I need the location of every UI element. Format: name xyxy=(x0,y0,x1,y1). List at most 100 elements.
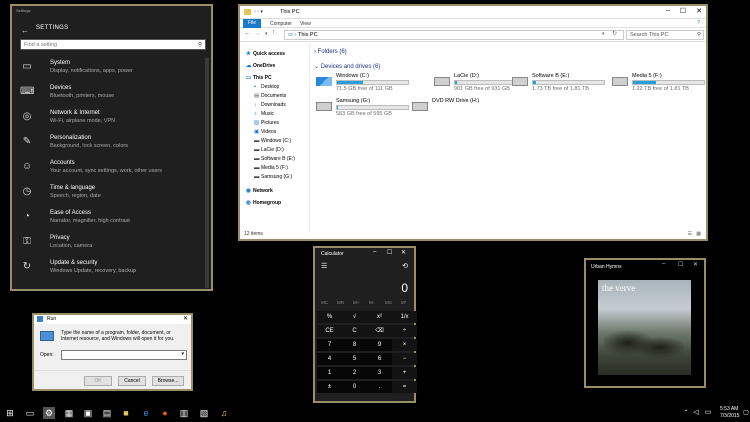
clock-date[interactable]: 7/3/2015 xyxy=(720,413,739,419)
windows-start-icon[interactable]: ⊞ xyxy=(4,407,16,419)
calc-key[interactable]: % xyxy=(317,311,342,323)
calc-key[interactable]: 9 xyxy=(367,339,392,351)
calc-key[interactable]: 8 xyxy=(342,339,367,351)
drive-tile[interactable]: Software B (E:) 1.73 TB free of 1.81 TB xyxy=(512,73,607,93)
calc-key[interactable]: 5 xyxy=(342,353,367,365)
close-icon[interactable]: ✕ xyxy=(401,249,406,256)
nav-item-homegroup[interactable]: ◍ Homegroup xyxy=(246,200,281,208)
calc-key[interactable]: √ xyxy=(342,311,367,323)
settings-item-devices[interactable]: ⌨ Devices Bluetooth, printers, mouse xyxy=(20,83,205,107)
edge-icon[interactable]: e xyxy=(140,407,152,419)
settings-item-privacy[interactable]: ⚿ Privacy Location, camera xyxy=(20,233,205,257)
memory-button-mc[interactable]: MC xyxy=(321,300,328,305)
close-icon[interactable]: ✕ xyxy=(693,261,698,268)
calc-key[interactable]: ± xyxy=(317,381,342,393)
calc-key[interactable]: − xyxy=(392,353,417,365)
calc-key[interactable]: ÷ xyxy=(392,325,417,337)
tab-view[interactable]: View xyxy=(300,21,311,27)
nav-item-videos[interactable]: ▣ Videos xyxy=(254,129,276,137)
run-icon[interactable]: ▣ xyxy=(82,407,94,419)
hamburger-menu-icon[interactable]: ☰ xyxy=(321,262,327,270)
back-arrow-icon[interactable]: ← xyxy=(21,26,29,35)
cancel-button[interactable]: Cancel xyxy=(118,376,146,386)
help-icon[interactable]: ? xyxy=(697,20,700,26)
nav-item-onedrive[interactable]: ☁ OneDrive xyxy=(246,63,275,71)
calc-key[interactable]: × xyxy=(392,339,417,351)
file-explorer-icon[interactable]: ▤ xyxy=(101,407,113,419)
nav-item-software-b-e-[interactable]: ▬ Software B (E:) xyxy=(254,156,295,164)
settings-item-accounts[interactable]: ☺ Accounts Your account, sync settings, wo… xyxy=(20,158,205,182)
speaker-icon[interactable]: ◁ xyxy=(690,407,702,419)
nav-item-pictures[interactable]: ▨ Pictures xyxy=(254,120,279,128)
calc-key[interactable]: x² xyxy=(367,311,392,323)
calc-key[interactable]: 1 xyxy=(317,367,342,379)
memory-button-mstar[interactable]: M* xyxy=(401,300,407,305)
folders-group-header[interactable]: › Folders (6) xyxy=(314,49,347,55)
memory-button-mminus[interactable]: M- xyxy=(369,300,374,305)
calc-key[interactable]: 7 xyxy=(317,339,342,351)
back-arrow-icon[interactable]: ← xyxy=(244,30,251,37)
settings-item-personalization[interactable]: ✎ Personalization Background, lock screen,… xyxy=(20,133,205,157)
store-icon[interactable]: ▦ xyxy=(63,407,75,419)
calc-key[interactable]: 1/x xyxy=(392,311,417,323)
chevron-down-icon[interactable]: ▾ xyxy=(181,351,184,357)
maximize-icon[interactable]: ☐ xyxy=(387,249,392,256)
tab-file[interactable]: File xyxy=(243,19,261,28)
folder-icon[interactable]: ■ xyxy=(120,407,132,419)
nav-item-network[interactable]: ◉ Network xyxy=(246,188,273,196)
task-view-icon[interactable]: ▭ xyxy=(24,407,36,419)
notification-icon[interactable]: ▢ xyxy=(740,407,750,419)
settings-item-system[interactable]: ▭ System Display, notifications, apps, pow… xyxy=(20,58,205,82)
app-icon[interactable]: ▧ xyxy=(198,407,210,419)
drive-tile[interactable]: Media 5 (F:) 1.22 TB free of 1.81 TB xyxy=(612,73,707,93)
calc-key[interactable]: . xyxy=(367,381,392,393)
calc-key[interactable]: 4 xyxy=(317,353,342,365)
close-icon[interactable]: ✕ xyxy=(696,7,702,15)
tiles-view-icon[interactable]: ▦ xyxy=(696,231,701,237)
minimize-icon[interactable]: – xyxy=(662,261,665,267)
settings-item-update-security[interactable]: ↻ Update & security Windows Update, recove… xyxy=(20,258,205,282)
nav-item-lacie-d-[interactable]: ▬ LaCie (D:) xyxy=(254,147,284,155)
memory-button-mr[interactable]: MR xyxy=(337,300,344,305)
settings-item-time-language[interactable]: ◷ Time & language Speech, region, date xyxy=(20,183,205,207)
nav-item-windows-c-[interactable]: ▬ Windows (C:) xyxy=(254,138,291,146)
minimize-icon[interactable]: – xyxy=(666,7,670,14)
nav-item-downloads[interactable]: ↓ Downloads xyxy=(254,102,286,110)
calc-key[interactable]: CE xyxy=(317,325,342,337)
refresh-icon[interactable]: ↻ xyxy=(612,30,617,37)
forward-arrow-icon[interactable]: → xyxy=(254,30,261,37)
drive-tile[interactable]: DVD RW Drive (H:) xyxy=(412,98,507,118)
nav-item-quick-access[interactable]: ★ Quick access xyxy=(246,51,285,59)
calc-key[interactable]: + xyxy=(392,367,417,379)
calc-key[interactable]: C xyxy=(342,325,367,337)
minimize-icon[interactable]: – xyxy=(373,249,376,255)
drive-tile[interactable]: Windows (C:) 71.5 GB free of 111 GB xyxy=(316,73,411,93)
history-icon[interactable]: ⟲ xyxy=(402,262,408,270)
calc-key[interactable]: 0 xyxy=(342,381,367,393)
open-combobox[interactable]: ▾ xyxy=(61,350,187,360)
close-icon[interactable]: ✕ xyxy=(183,315,188,322)
address-dropdown-icon[interactable]: ▾ xyxy=(602,31,605,37)
ok-button[interactable]: OK xyxy=(84,376,112,386)
nav-item-music[interactable]: ♪ Music xyxy=(254,111,274,119)
explorer-search-input[interactable]: Search This PC ⚲ xyxy=(626,30,704,40)
settings-gear-icon[interactable]: ⚙ xyxy=(43,407,55,419)
address-field[interactable]: ▭ › This PC xyxy=(284,30,624,40)
drive-tile[interactable]: Samsung (G:) 583 GB free of 595 GB xyxy=(316,98,411,118)
memory-button-mplus[interactable]: M+ xyxy=(353,300,359,305)
firefox-icon[interactable]: ● xyxy=(159,407,171,419)
nav-item-media-5-f-[interactable]: ▬ Media 5 (F:) xyxy=(254,165,288,173)
calc-key[interactable]: 2 xyxy=(342,367,367,379)
maximize-icon[interactable]: ☐ xyxy=(678,261,683,268)
settings-search-input[interactable]: Find a setting ⚲ xyxy=(20,39,206,50)
browse-button[interactable]: Browse... xyxy=(152,376,184,386)
details-view-icon[interactable]: ☰ xyxy=(688,231,692,237)
nav-item-documents[interactable]: ▤ Documents xyxy=(254,93,286,101)
up-arrow-icon[interactable]: ↑ xyxy=(272,29,276,36)
nav-item-desktop[interactable]: ▪ Desktop xyxy=(254,84,279,92)
memory-button-ms[interactable]: MS xyxy=(385,300,392,305)
drives-group-header[interactable]: ⌄ Devices and drives (6) xyxy=(314,63,380,70)
calc-key[interactable]: 3 xyxy=(367,367,392,379)
clock-time[interactable]: 5:53 AM xyxy=(720,406,738,412)
maximize-icon[interactable]: ☐ xyxy=(680,7,686,15)
